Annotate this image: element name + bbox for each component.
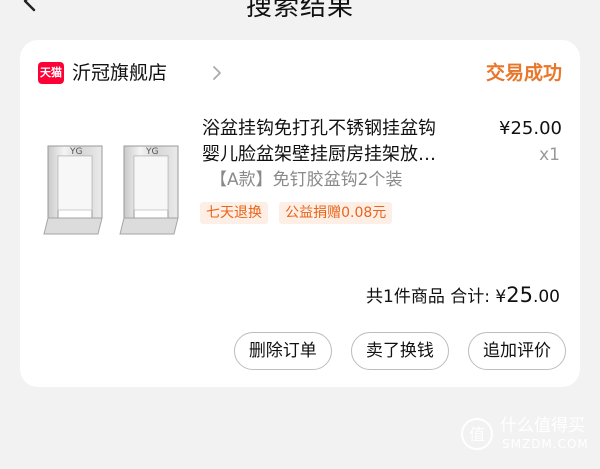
- chevron-right-icon[interactable]: [212, 65, 222, 85]
- add-review-button[interactable]: 追加评价: [468, 332, 566, 370]
- tag-seven-day-return: 七天退换: [200, 202, 268, 224]
- page-title: 搜索结果: [245, 0, 354, 22]
- service-tags: 七天退换 公益捐赠0.08元: [200, 202, 398, 224]
- store-row[interactable]: 天猫 沂冠旗舰店 交易成功: [38, 60, 562, 86]
- svg-text:YG: YG: [145, 147, 158, 157]
- product-variant: 【A款】免钉胶盆钩2个装: [210, 170, 403, 190]
- product-title-line-1: 浴盆挂钩免打孔不锈钢挂盆钩: [202, 118, 436, 139]
- total-currency: ¥: [495, 287, 507, 307]
- tmall-badge: 天猫: [38, 62, 64, 84]
- watermark-subtitle: SMZDM.COM: [502, 437, 589, 451]
- order-card[interactable]: 天猫 沂冠旗舰店 交易成功 YG YG 浴盆挂钩免打孔不锈钢挂盆钩 婴儿脸盆架壁…: [20, 40, 580, 387]
- order-status: 交易成功: [485, 62, 562, 84]
- store-name[interactable]: 沂冠旗舰店: [72, 60, 167, 86]
- svg-text:YG: YG: [69, 147, 82, 157]
- watermark: 值 什么值得买 SMZDM.COM: [460, 415, 589, 455]
- item-count: 共1件商品: [366, 287, 445, 307]
- tag-charity-donation: 公益捐赠0.08元: [279, 202, 393, 224]
- zhi-badge-icon: 值: [460, 417, 494, 455]
- order-actions: 删除订单 卖了换钱 追加评价: [220, 332, 566, 370]
- product-quantity: x1: [539, 145, 560, 165]
- total-label: 合计:: [450, 287, 490, 307]
- svg-text:值: 值: [469, 425, 485, 444]
- product-title-line-2: 婴儿脸盆架壁挂厨房挂架放…: [202, 144, 436, 165]
- total-amount-integer: 25: [506, 283, 533, 307]
- resell-button[interactable]: 卖了换钱: [350, 332, 449, 370]
- order-total: 共1件商品 合计: ¥25.00: [366, 282, 560, 308]
- product-title[interactable]: 浴盆挂钩免打孔不锈钢挂盆钩 婴儿脸盆架壁挂厨房挂架放…: [202, 116, 472, 168]
- top-bar: 搜索结果: [0, 0, 600, 30]
- product-price: ¥25.00: [499, 118, 562, 139]
- delete-order-button[interactable]: 删除订单: [233, 332, 332, 370]
- watermark-title: 什么值得买: [500, 416, 585, 436]
- total-amount-decimal: .00: [532, 287, 560, 307]
- product-image[interactable]: YG YG: [40, 140, 188, 240]
